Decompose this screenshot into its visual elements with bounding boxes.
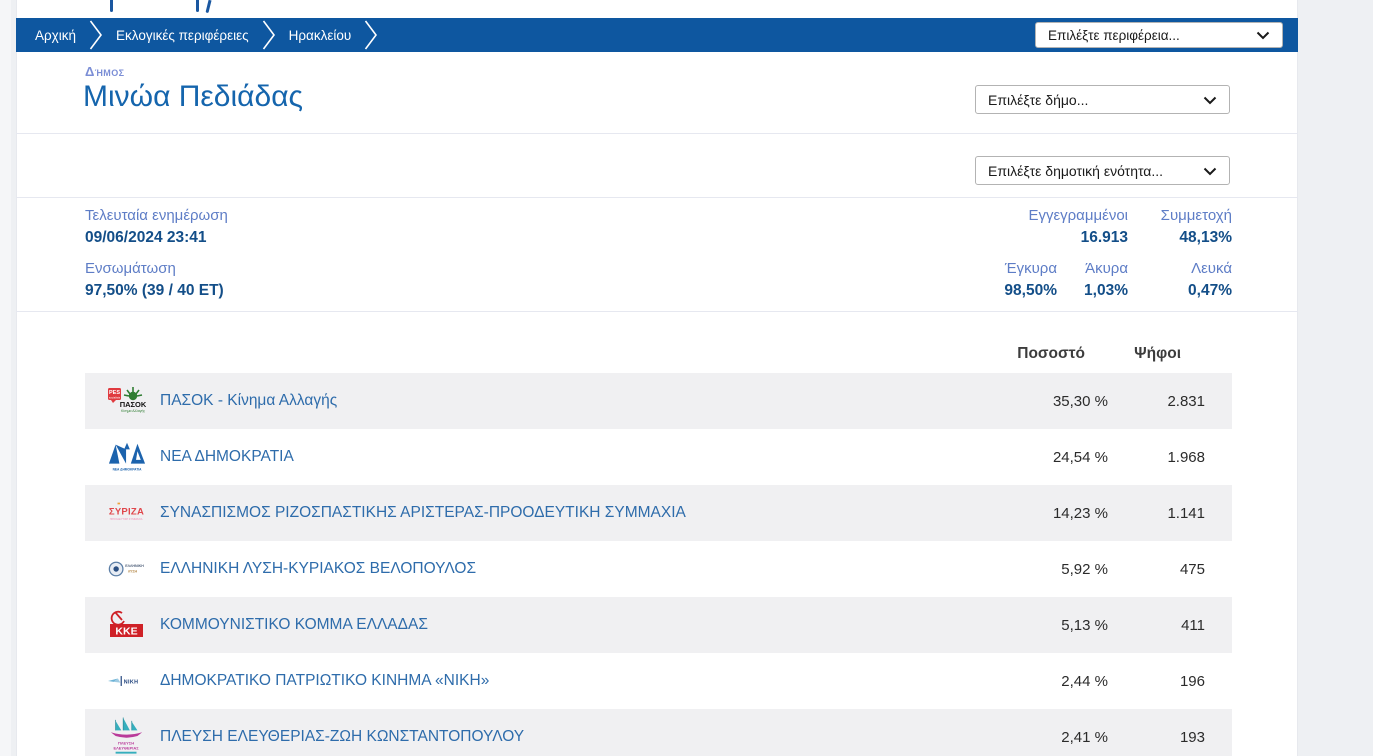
chevron-right-icon [364,20,378,50]
svg-text:ΕΛΕΥΘΕΡΙΑΣ: ΕΛΕΥΘΕΡΙΑΣ [113,745,139,750]
municipal-unit-select-value: Επιλέξτε δημοτική ενότητα... [988,162,1164,179]
party-votes: 196 [1179,672,1205,690]
svg-text:ΠΡΟΟΔΕΥΤΙΚΗ ΣΥΜΜΑΧΙΑ: ΠΡΟΟΔΕΥΤΙΚΗ ΣΥΜΜΑΧΙΑ [110,517,143,521]
party-votes: 193 [1179,728,1205,746]
municipal-unit-select[interactable]: Επιλέξτε δημοτική ενότητα... [975,156,1230,185]
table-row: ΕΛΛΗΝΙΚΗ ΛΥΣΗ ΕΛΛΗΝΙΚΗ ΛΥΣΗ-ΚΥΡΙΑΚΟΣ ΒΕΛ… [85,541,1232,597]
svg-text:ΕΛΛΗΝΙΚΗ: ΕΛΛΗΝΙΚΗ [125,564,144,568]
table-row: ΝΙΚΗ ΔΗΜΟΚΡΑΤΙΚΟ ΠΑΤΡΙΩΤΙΚΟ ΚΙΝΗΜΑ «ΝΙΚΗ… [85,653,1232,709]
blank-value: 0,47% [1188,282,1232,299]
municipality-select[interactable]: Επιλέξτε δήμο... [975,85,1230,114]
table-row: ΣΥΡΙΖΑ ΠΡΟΟΔΕΥΤΙΚΗ ΣΥΜΜΑΧΙΑ ΣΥΝΑΣΠΙΣΜΟΣ … [85,485,1232,541]
integration-label: Ενσωμάτωση [85,260,176,277]
party-link[interactable]: ΠΛΕΥΣΗ ΕΛΕΥΘΕΡΙΑΣ-ΖΩΗ ΚΩΝΣΤΑΝΤΟΠΟΥΛΟΥ [160,728,978,746]
results-table-header: Ποσοστό Ψήφοι [85,338,1232,370]
table-row: ΚΚΕ ΚΟΜΜΟΥΝΙΣΤΙΚΟ ΚΟΜΜΑ ΕΛΛΑΔΑΣ 5,13 % 4… [85,597,1232,653]
region-select-value: Επιλέξτε περιφέρεια... [1048,27,1180,43]
party-percent: 24,54 % [1052,448,1108,466]
party-link[interactable]: ΣΥΝΑΣΠΙΣΜΟΣ ΡΙΖΟΣΠΑΣΤΙΚΗΣ ΑΡΙΣΤΕΡΑΣ-ΠΡΟΟ… [160,504,978,522]
syriza-logo: ΣΥΡΙΖΑ ΠΡΟΟΔΕΥΤΙΚΗ ΣΥΜΜΑΧΙΑ [108,495,146,531]
party-percent: 35,30 % [1052,392,1108,410]
municipality-select-value: Επιλέξτε δήμο... [988,91,1089,108]
votes-column-header: Ψήφοι [1134,345,1181,362]
left-gutter [0,0,11,756]
clipped-heading-descender [196,0,199,12]
party-percent: 5,92 % [1061,560,1108,578]
table-row: ΠΛΕΥΣΗ ΕΛΕΥΘΕΡΙΑΣ ΠΛΕΥΣΗ ΕΛΕΥΘΕΡΙΑΣ-ΖΩΗ … [85,709,1232,756]
chevron-right-icon [89,20,103,50]
party-link[interactable]: ΔΗΜΟΚΡΑΤΙΚΟ ΠΑΤΡΙΩΤΙΚΟ ΚΙΝΗΜΑ «ΝΙΚΗ» [160,672,978,690]
niki-logo: ΝΙΚΗ [108,663,146,699]
svg-text:ΠΑΣΟΚ: ΠΑΣΟΚ [120,400,146,409]
entity-type-label: Δήμος [85,64,125,79]
region-select[interactable]: Επιλέξτε περιφέρεια... [1035,22,1283,48]
svg-text:ΣΥΡΙΖΑ: ΣΥΡΙΖΑ [109,507,144,518]
pasok-logo: PES socialists ΠΑΣΟΚ Κίνημα Αλλαγής [108,383,146,419]
last-update-label: Τελευταία ενημέρωση [85,207,228,224]
svg-text:Κίνημα Αλλαγής: Κίνημα Αλλαγής [121,409,145,413]
party-link[interactable]: ΠΑΣΟΚ - Κίνημα Αλλαγής [160,392,978,410]
election-results-page: Αρχική Εκλογικές περιφέρειες Ηρακλείου Ε… [0,0,1373,756]
page-title: Μινώα Πεδιάδας [83,80,304,113]
party-votes: 1.141 [1167,504,1205,522]
party-link[interactable]: ΝΕΑ ΔΗΜΟΚΡΑΤΙΑ [160,448,978,466]
svg-text:ΛΥΣΗ: ΛΥΣΗ [128,570,138,574]
chevron-down-icon [1256,28,1270,43]
breadcrumb: Αρχική Εκλογικές περιφέρειες Ηρακλείου Ε… [16,18,1298,52]
svg-text:ΚΚΕ: ΚΚΕ [115,626,137,638]
breadcrumb-irakleiou[interactable]: Ηρακλείου [289,28,352,43]
party-percent: 14,23 % [1052,504,1108,522]
party-link[interactable]: ΚΟΜΜΟΥΝΙΣΤΙΚΟ ΚΟΜΜΑ ΕΛΛΑΔΑΣ [160,616,978,634]
table-row: ΝΕΑ ΔΗΜΟΚΡΑΤΙΑ ΝΕΑ ΔΗΜΟΚΡΑΤΙΑ 24,54 % 1.… [85,429,1232,485]
party-percent: 5,13 % [1061,616,1108,634]
party-votes: 475 [1179,560,1205,578]
elliniki-lysi-logo: ΕΛΛΗΝΙΚΗ ΛΥΣΗ [108,551,146,587]
breadcrumb-home[interactable]: Αρχική [35,28,76,43]
party-percent: 2,41 % [1061,728,1108,746]
breadcrumb-districts[interactable]: Εκλογικές περιφέρειες [116,28,249,43]
percent-column-header: Ποσοστό [1017,345,1085,362]
svg-text:ΝΕΑ ΔΗΜΟΚΡΑΤΙΑ: ΝΕΑ ΔΗΜΟΚΡΑΤΙΑ [113,467,143,471]
turnout-value: 48,13% [1179,229,1232,246]
party-votes: 1.968 [1167,448,1205,466]
party-percent: 2,44 % [1061,672,1108,690]
party-votes: 2.831 [1167,392,1205,410]
chevron-down-icon [1203,163,1217,179]
clipped-heading-descender [110,0,113,12]
party-link[interactable]: ΕΛΛΗΝΙΚΗ ΛΥΣΗ-ΚΥΡΙΑΚΟΣ ΒΕΛΟΠΟΥΛΟΣ [160,560,978,578]
chevron-down-icon [1203,92,1217,108]
nea-dimokratia-logo: ΝΕΑ ΔΗΜΟΚΡΑΤΙΑ [108,439,146,475]
last-update-value: 09/06/2024 23:41 [85,229,207,246]
results-table: PES socialists ΠΑΣΟΚ Κίνημα Αλλαγής ΠΑΣΟ… [85,373,1232,756]
divider [16,197,1298,198]
divider [16,133,1298,134]
kke-logo: ΚΚΕ [108,607,146,643]
integration-value: 97,50% (39 / 40 ΕΤ) [85,282,224,299]
svg-text:ΝΙΚΗ: ΝΙΚΗ [124,679,139,685]
svg-text:socialists: socialists [109,396,121,400]
blank-label: Λευκά [1191,260,1232,277]
chevron-right-icon [262,20,276,50]
divider [16,311,1298,312]
party-votes: 411 [1181,616,1205,634]
plefsi-eleftherias-logo: ΠΛΕΥΣΗ ΕΛΕΥΘΕΡΙΑΣ [108,717,146,755]
table-row: PES socialists ΠΑΣΟΚ Κίνημα Αλλαγής ΠΑΣΟ… [85,373,1232,429]
turnout-label: Συμμετοχή [1160,207,1232,224]
